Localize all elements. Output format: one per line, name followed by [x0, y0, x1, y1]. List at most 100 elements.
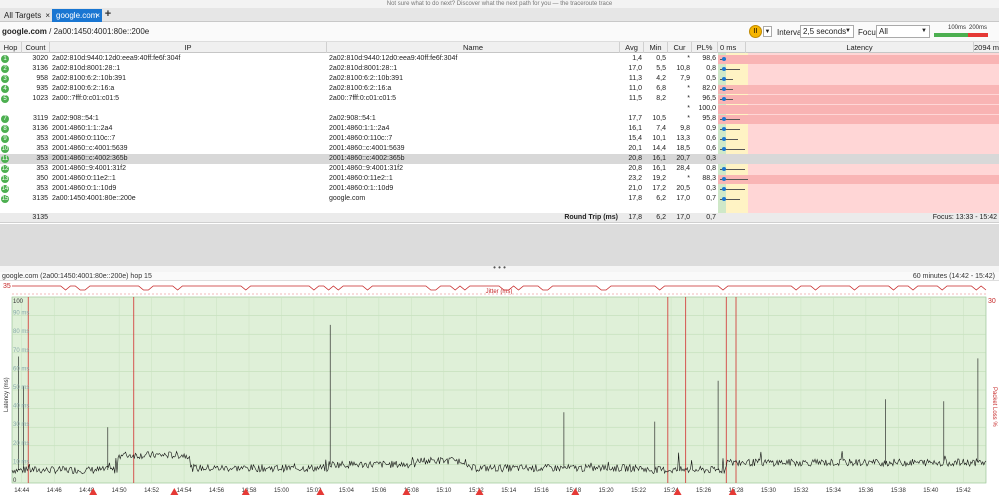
cell-min: 8,2 — [656, 95, 666, 102]
table-row[interactable]: 2 3136 2a02:810d:8001:28::1 2a02:810d:8001:… — [0, 64, 999, 74]
cell-min: 6,2 — [656, 195, 666, 202]
close-icon[interactable]: × — [45, 9, 50, 22]
x-tick-label: 15:32 — [793, 488, 809, 494]
chevron-down-icon: ▼ — [845, 28, 851, 34]
cell-min: 14,4 — [652, 145, 666, 152]
interval-select[interactable]: 2,5 seconds ▼ — [800, 25, 854, 38]
add-tab-icon[interactable]: + — [103, 8, 113, 21]
cell-pl: 0,8 — [706, 65, 716, 72]
x-tick-label: 15:36 — [858, 488, 874, 494]
y-tick-label: 60 ms — [13, 366, 29, 372]
x-tick-label: 15:30 — [761, 488, 777, 494]
footer-cur: 17,0 — [676, 214, 690, 221]
cell-ip: 2a00::7fff:0:c01:c01:5 — [52, 95, 120, 102]
cell-pl: 0,3 — [706, 185, 716, 192]
cell-name: 2a02:810d:8001:28::1 — [329, 65, 398, 72]
cell-ip: 2001:4860:0:1::10d9 — [52, 185, 117, 192]
cell-count: 353 — [36, 185, 48, 192]
grid-footer: 3135 Round Trip (ms) 17,8 6,2 17,0 0,7 F… — [0, 213, 999, 223]
cell-avg: 15,4 — [628, 135, 642, 142]
cell-avg: 11,3 — [628, 75, 642, 82]
close-icon[interactable]: × — [95, 9, 100, 22]
cell-cur: * — [687, 115, 690, 122]
table-row[interactable]: 10 353 2001:4860::c:4001:5639 2001:4860::c:… — [0, 144, 999, 154]
col-latency-min: 0 ms — [718, 42, 746, 53]
chevron-down-icon[interactable]: ▼ — [763, 26, 772, 37]
cell-count: 353 — [36, 145, 48, 152]
focus-select[interactable]: All ▼ — [876, 25, 930, 38]
cell-avg: 1,4 — [632, 55, 642, 62]
table-row[interactable]: 11 353 2001:4860::c:4002:365b 2001:4860::c:… — [0, 154, 999, 164]
col-avg[interactable]: Avg — [620, 42, 644, 53]
x-tick-label: 15:38 — [891, 488, 907, 494]
interval-value: 2,5 seconds — [803, 27, 847, 36]
cell-pl: 100,0 — [698, 105, 716, 112]
tab-all-targets-label: All Targets — [4, 11, 42, 20]
table-row[interactable]: 1 3020 2a02:810d:9440:12d0:eea9:40ff:fe6f:… — [0, 54, 999, 64]
cell-cur: * — [687, 85, 690, 92]
cell-avg — [620, 104, 642, 114]
cell-min: 10,1 — [652, 135, 666, 142]
pause-button[interactable]: II — [749, 25, 762, 38]
cell-count: 3136 — [32, 125, 48, 132]
table-row[interactable]: 8 3136 2001:4860:1:1::2a4 2001:4860:1:1::2a… — [0, 124, 999, 134]
tab-google[interactable]: google.com × — [52, 9, 102, 22]
cell-pl: 95,8 — [702, 115, 716, 122]
cell-ip: 2001:4860:1:1::2a4 — [52, 125, 113, 132]
graph-timespan[interactable]: 60 minutes (14:42 - 15:42) — [913, 272, 995, 281]
table-row[interactable]: 3 958 2a02:8100:6:2::10b:391 2a02:8100:6:2:… — [0, 74, 999, 84]
table-row[interactable]: 7 3119 2a02:908::54:1 2a02:908::54:1 17,7 10,… — [0, 114, 999, 124]
jitter-label: Jitter (ms) — [486, 289, 513, 295]
col-count[interactable]: Count — [22, 42, 50, 53]
table-row[interactable]: 12 353 2001:4860::9:4001:31f2 2001:4860::9:… — [0, 164, 999, 174]
table-row[interactable]: 13 350 2001:4860:0:11e2::1 2001:4860:0:11e2… — [0, 174, 999, 184]
focus-value: All — [879, 27, 888, 36]
x-tick-label: 15:42 — [956, 488, 972, 494]
table-row[interactable]: * 100,0 — [0, 104, 999, 114]
table-row[interactable]: 4 935 2a02:8100:6:2::16:a 2a02:8100:6:2::16… — [0, 84, 999, 94]
col-hop[interactable]: Hop — [0, 42, 22, 53]
col-latency[interactable]: Latency — [746, 42, 974, 53]
legend-bad-bar — [968, 33, 988, 37]
table-row[interactable]: 14 353 2001:4860:0:1::10d9 2001:4860:0:1::1… — [0, 184, 999, 194]
x-tick-label: 14:54 — [177, 488, 193, 494]
col-min[interactable]: Min — [644, 42, 668, 53]
cell-count: 3020 — [32, 55, 48, 62]
y-tick-label: 80 ms — [13, 329, 29, 335]
jitter-tick: 35 — [3, 283, 11, 290]
x-tick-label: 15:16 — [534, 488, 550, 494]
cell-avg: 20,1 — [628, 145, 642, 152]
toolbar: google.com / 2a00:1450:4001:80e::200e II… — [0, 22, 999, 42]
cell-avg: 23,2 — [628, 175, 642, 182]
cell-name: 2001:4860:1:1::2a4 — [329, 125, 390, 132]
col-cur[interactable]: Cur — [668, 42, 692, 53]
cell-name: 2a02:908::54:1 — [329, 115, 376, 122]
cell-count: 353 — [36, 165, 48, 172]
legend-200ms: 200ms — [969, 25, 988, 31]
hop-status-icon: 3 — [1, 75, 9, 83]
cell-cur: 17,0 — [676, 195, 690, 202]
hop-status-icon: 8 — [1, 125, 9, 133]
x-tick-label: 14:56 — [209, 488, 225, 494]
table-row[interactable]: 5 1023 2a00::7fff:0:c01:c01:5 2a00::7fff:0:… — [0, 94, 999, 104]
cell-pl: 0,9 — [706, 125, 716, 132]
hop-status-icon: 5 — [1, 95, 9, 103]
y-tick-label: 10 ms — [13, 459, 29, 465]
cell-name — [329, 104, 619, 114]
tab-all-targets[interactable]: All Targets × — [0, 9, 52, 22]
latency-chart[interactable]: Jitter (ms) 35 100 90 ms 80 ms 70 ms 60 ms 50… — [0, 281, 999, 501]
cell-ip: 2a02:810d:8001:28::1 — [52, 65, 121, 72]
cell-cur: 20,7 — [676, 155, 690, 162]
table-row[interactable]: 15 3135 2a00:1450:4001:80e::200e google.com… — [0, 194, 999, 204]
cell-cur: 7,9 — [680, 75, 690, 82]
table-row[interactable]: 9 353 2001:4860:0:110c::7 2001:4860:0:110c:… — [0, 134, 999, 144]
cell-min: 10,5 — [652, 115, 666, 122]
cell-ip: 2001:4860::9:4001:31f2 — [52, 165, 126, 172]
hop-status-icon: 10 — [1, 145, 9, 153]
col-pl[interactable]: PL% — [692, 42, 718, 53]
cell-count: 350 — [36, 175, 48, 182]
col-ip[interactable]: IP — [50, 42, 327, 53]
col-name[interactable]: Name — [327, 42, 620, 53]
graph-title-bar: google.com (2a00:1450:4001:80e::200e) ho… — [0, 272, 999, 281]
cell-cur: 18,5 — [676, 145, 690, 152]
